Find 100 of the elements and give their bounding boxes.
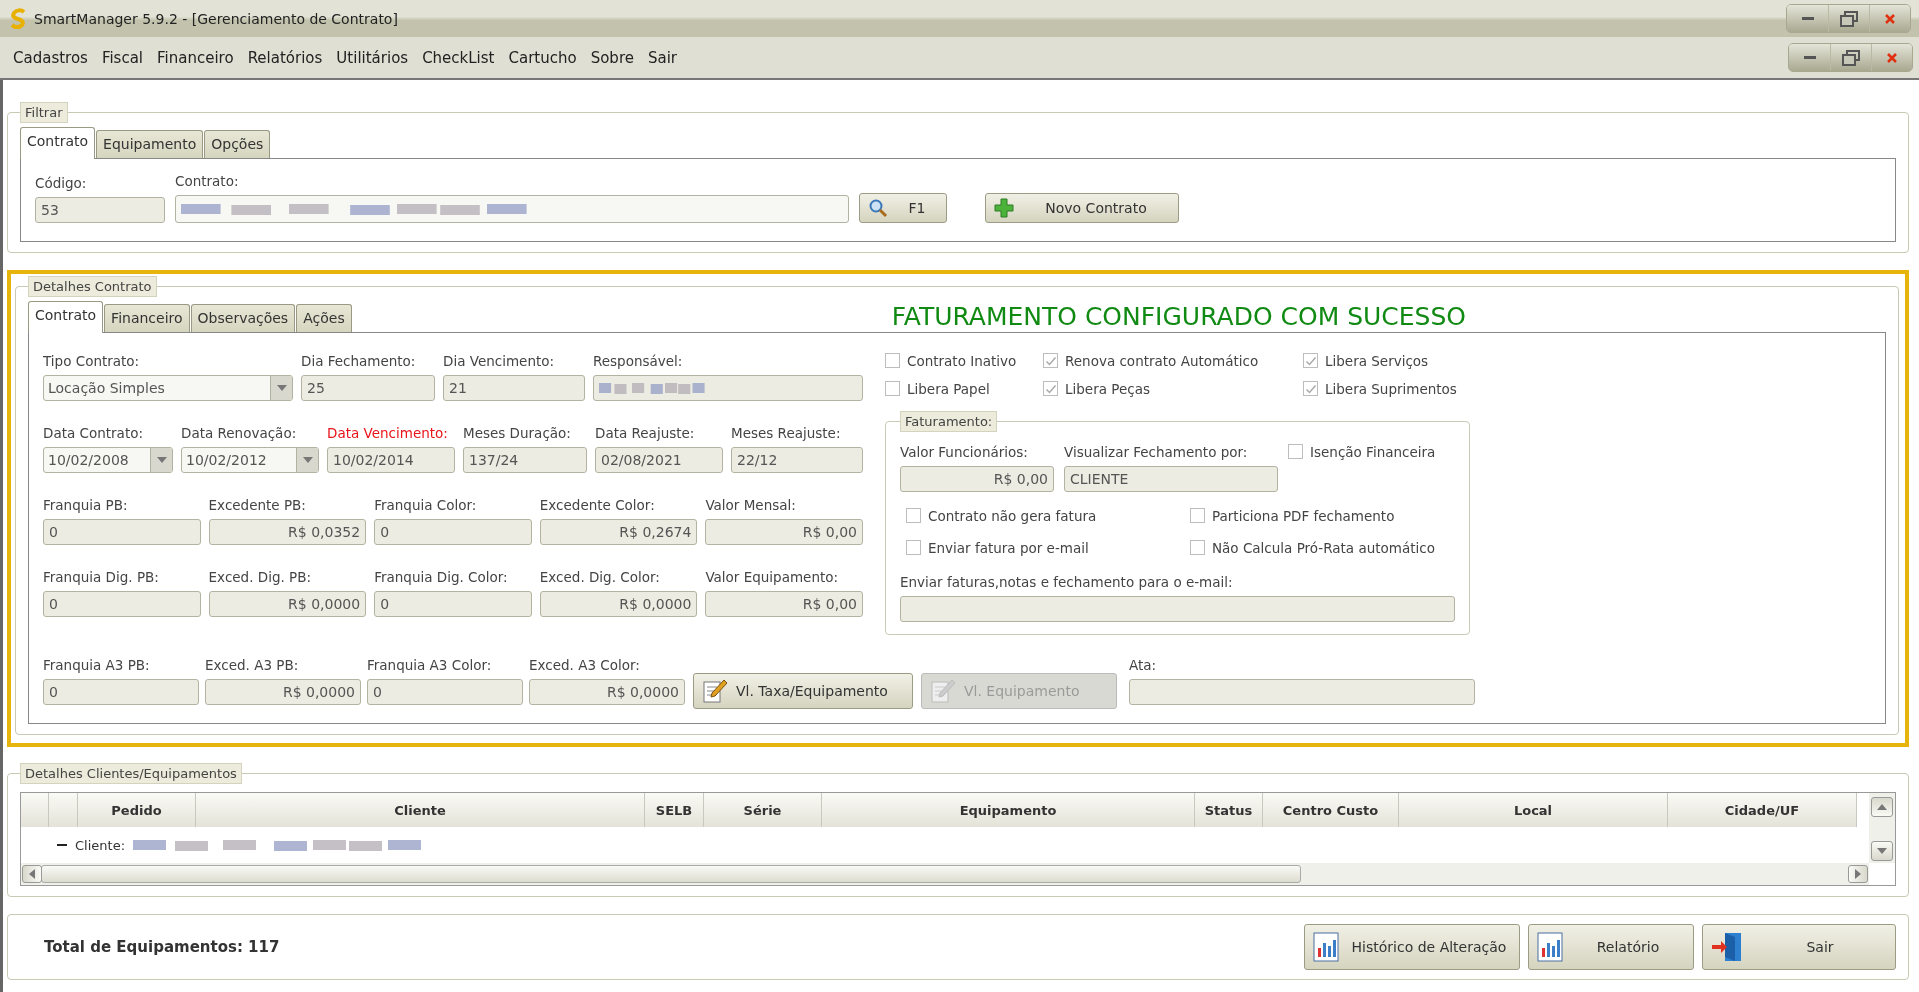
tab[interactable]: Equipamento (96, 130, 204, 158)
tab[interactable]: Ações (296, 303, 352, 332)
vertical-scrollbar[interactable] (1869, 793, 1895, 864)
input-field[interactable]: 0 (374, 518, 532, 545)
dropdown-field[interactable]: 10/02/2012 (181, 446, 319, 473)
input-field[interactable]: 0 (43, 590, 201, 617)
field-label: Visualizar Fechamento por: (1064, 443, 1249, 460)
input-field[interactable]: 53 (35, 197, 165, 223)
checkbox[interactable] (906, 540, 921, 556)
column-header[interactable]: Pedido (78, 793, 196, 828)
checkbox[interactable] (1303, 353, 1318, 369)
report-button[interactable]: Histórico de Alteração (1304, 923, 1520, 970)
search-button[interactable]: F1 (859, 193, 947, 223)
checkbox[interactable] (885, 381, 900, 397)
field-label: Exced. Dig. Color: (539, 568, 661, 585)
field-label: Franquia Dig. PB: (43, 568, 160, 585)
restore-button[interactable] (1828, 5, 1869, 32)
window-title: SmartManager 5.9.2 - [Gerenciamento de Contrato] (34, 10, 399, 27)
input-field[interactable]: 10/02/2014 (327, 446, 455, 473)
column-header[interactable]: SELB (645, 793, 704, 828)
field-label: Contrato: (175, 173, 240, 189)
input-field[interactable]: 0 (374, 590, 532, 617)
menu-item[interactable]: Sair (640, 48, 684, 67)
menu-item[interactable]: Relatórios (240, 48, 330, 67)
field-label: Exced. A3 Color: (529, 656, 641, 673)
input-field[interactable]: R$ 0,0000 (205, 678, 361, 705)
checkbox-label: Libera Suprimentos (1303, 380, 1470, 397)
input-field[interactable]: 22/12 (731, 446, 863, 473)
checkbox[interactable] (1043, 353, 1058, 369)
checkbox[interactable] (1190, 508, 1205, 524)
checkbox[interactable] (1190, 540, 1205, 556)
field-label: Meses Duração: (463, 424, 572, 441)
column-header[interactable]: Cliente (196, 793, 645, 828)
menu-item[interactable]: Financeiro (150, 48, 241, 67)
close-button[interactable] (1869, 5, 1910, 32)
column-header[interactable]: Cidade/UF (1668, 793, 1857, 828)
input-field[interactable]: 02/08/2021 (595, 446, 723, 473)
column-header[interactable]: Local (1399, 793, 1668, 828)
tab[interactable]: Opções (204, 130, 271, 158)
input-field[interactable] (1129, 678, 1475, 705)
checkbox[interactable] (1303, 381, 1318, 397)
input-field[interactable]: R$ 0,2674 (539, 518, 698, 545)
input-field[interactable]: R$ 0,00 (900, 465, 1054, 492)
column-header[interactable]: Centro Custo (1263, 793, 1399, 828)
column-header[interactable] (49, 793, 78, 828)
tab[interactable]: Observações (190, 303, 296, 332)
input-field[interactable]: R$ 0,0000 (208, 590, 367, 617)
horizontal-scrollbar[interactable] (21, 863, 1869, 886)
checkbox[interactable] (885, 353, 900, 369)
checkbox[interactable] (906, 508, 921, 524)
input-field[interactable]: R$ 0,00 (705, 590, 863, 617)
checkbox[interactable] (1288, 444, 1303, 460)
column-header[interactable] (21, 793, 49, 828)
exit-button[interactable]: Sair (1702, 923, 1896, 970)
input-field[interactable]: R$ 0,0000 (539, 590, 698, 617)
checkbox-label: Não Calcula Pró-Rata automático (1190, 539, 1455, 556)
tab[interactable]: Financeiro (104, 303, 190, 332)
checkbox[interactable] (1043, 381, 1058, 397)
menu-item[interactable]: Cartucho (501, 48, 584, 67)
input-field[interactable] (593, 374, 863, 401)
minimize-button[interactable] (1787, 5, 1828, 32)
chart-document-icon (1313, 931, 1339, 962)
input-field[interactable]: 137/24 (463, 446, 587, 473)
field-label: Exced. A3 PB: (205, 656, 300, 673)
input-field[interactable]: 25 (301, 374, 435, 401)
menu-item[interactable]: Cadastros (6, 48, 95, 67)
rate-button[interactable]: Vl. Taxa/Equipamento (693, 672, 913, 709)
report-button[interactable]: Relatório (1528, 923, 1694, 970)
input-field[interactable]: R$ 0,00 (705, 518, 863, 545)
checkbox-label: Enviar fatura por e-mail (906, 539, 1182, 556)
input-field[interactable]: 0 (367, 678, 523, 705)
menu-item[interactable]: Sobre (583, 48, 641, 67)
dropdown-field[interactable]: 10/02/2008 (43, 446, 173, 473)
field-label: Data Vencimento: (327, 424, 449, 441)
input-field[interactable]: 21 (443, 374, 585, 401)
input-field[interactable]: 0 (43, 678, 199, 705)
input-field[interactable]: R$ 0,0000 (529, 678, 685, 705)
column-header[interactable]: Série (704, 793, 822, 828)
add-button[interactable]: Novo Contrato (985, 193, 1179, 223)
restore-button[interactable] (1830, 44, 1871, 71)
menu-item[interactable]: Utilitários (329, 48, 416, 67)
close-button[interactable] (1871, 44, 1912, 71)
dropdown-field[interactable]: Locação Simples (43, 374, 293, 401)
tab[interactable]: Contrato (20, 127, 96, 159)
caret-icon (276, 384, 287, 391)
input-field[interactable] (900, 595, 1455, 622)
input-field[interactable]: CLIENTE (1064, 465, 1278, 492)
tab[interactable]: Contrato (28, 300, 104, 333)
menu-item[interactable]: CheckList (415, 48, 502, 67)
menu-item[interactable]: Fiscal (94, 48, 151, 67)
input-field[interactable] (175, 195, 849, 223)
field-label: Franquia PB: (43, 496, 129, 513)
column-header[interactable]: Status (1195, 793, 1263, 828)
input-field[interactable]: 0 (43, 518, 201, 545)
column-header[interactable]: Equipamento (822, 793, 1195, 828)
minimize-button[interactable] (1789, 44, 1830, 71)
note-pencil-icon (702, 677, 728, 704)
restore-icon (1842, 49, 1860, 66)
group-label: Cliente: (75, 837, 125, 853)
input-field[interactable]: R$ 0,0352 (208, 518, 367, 545)
